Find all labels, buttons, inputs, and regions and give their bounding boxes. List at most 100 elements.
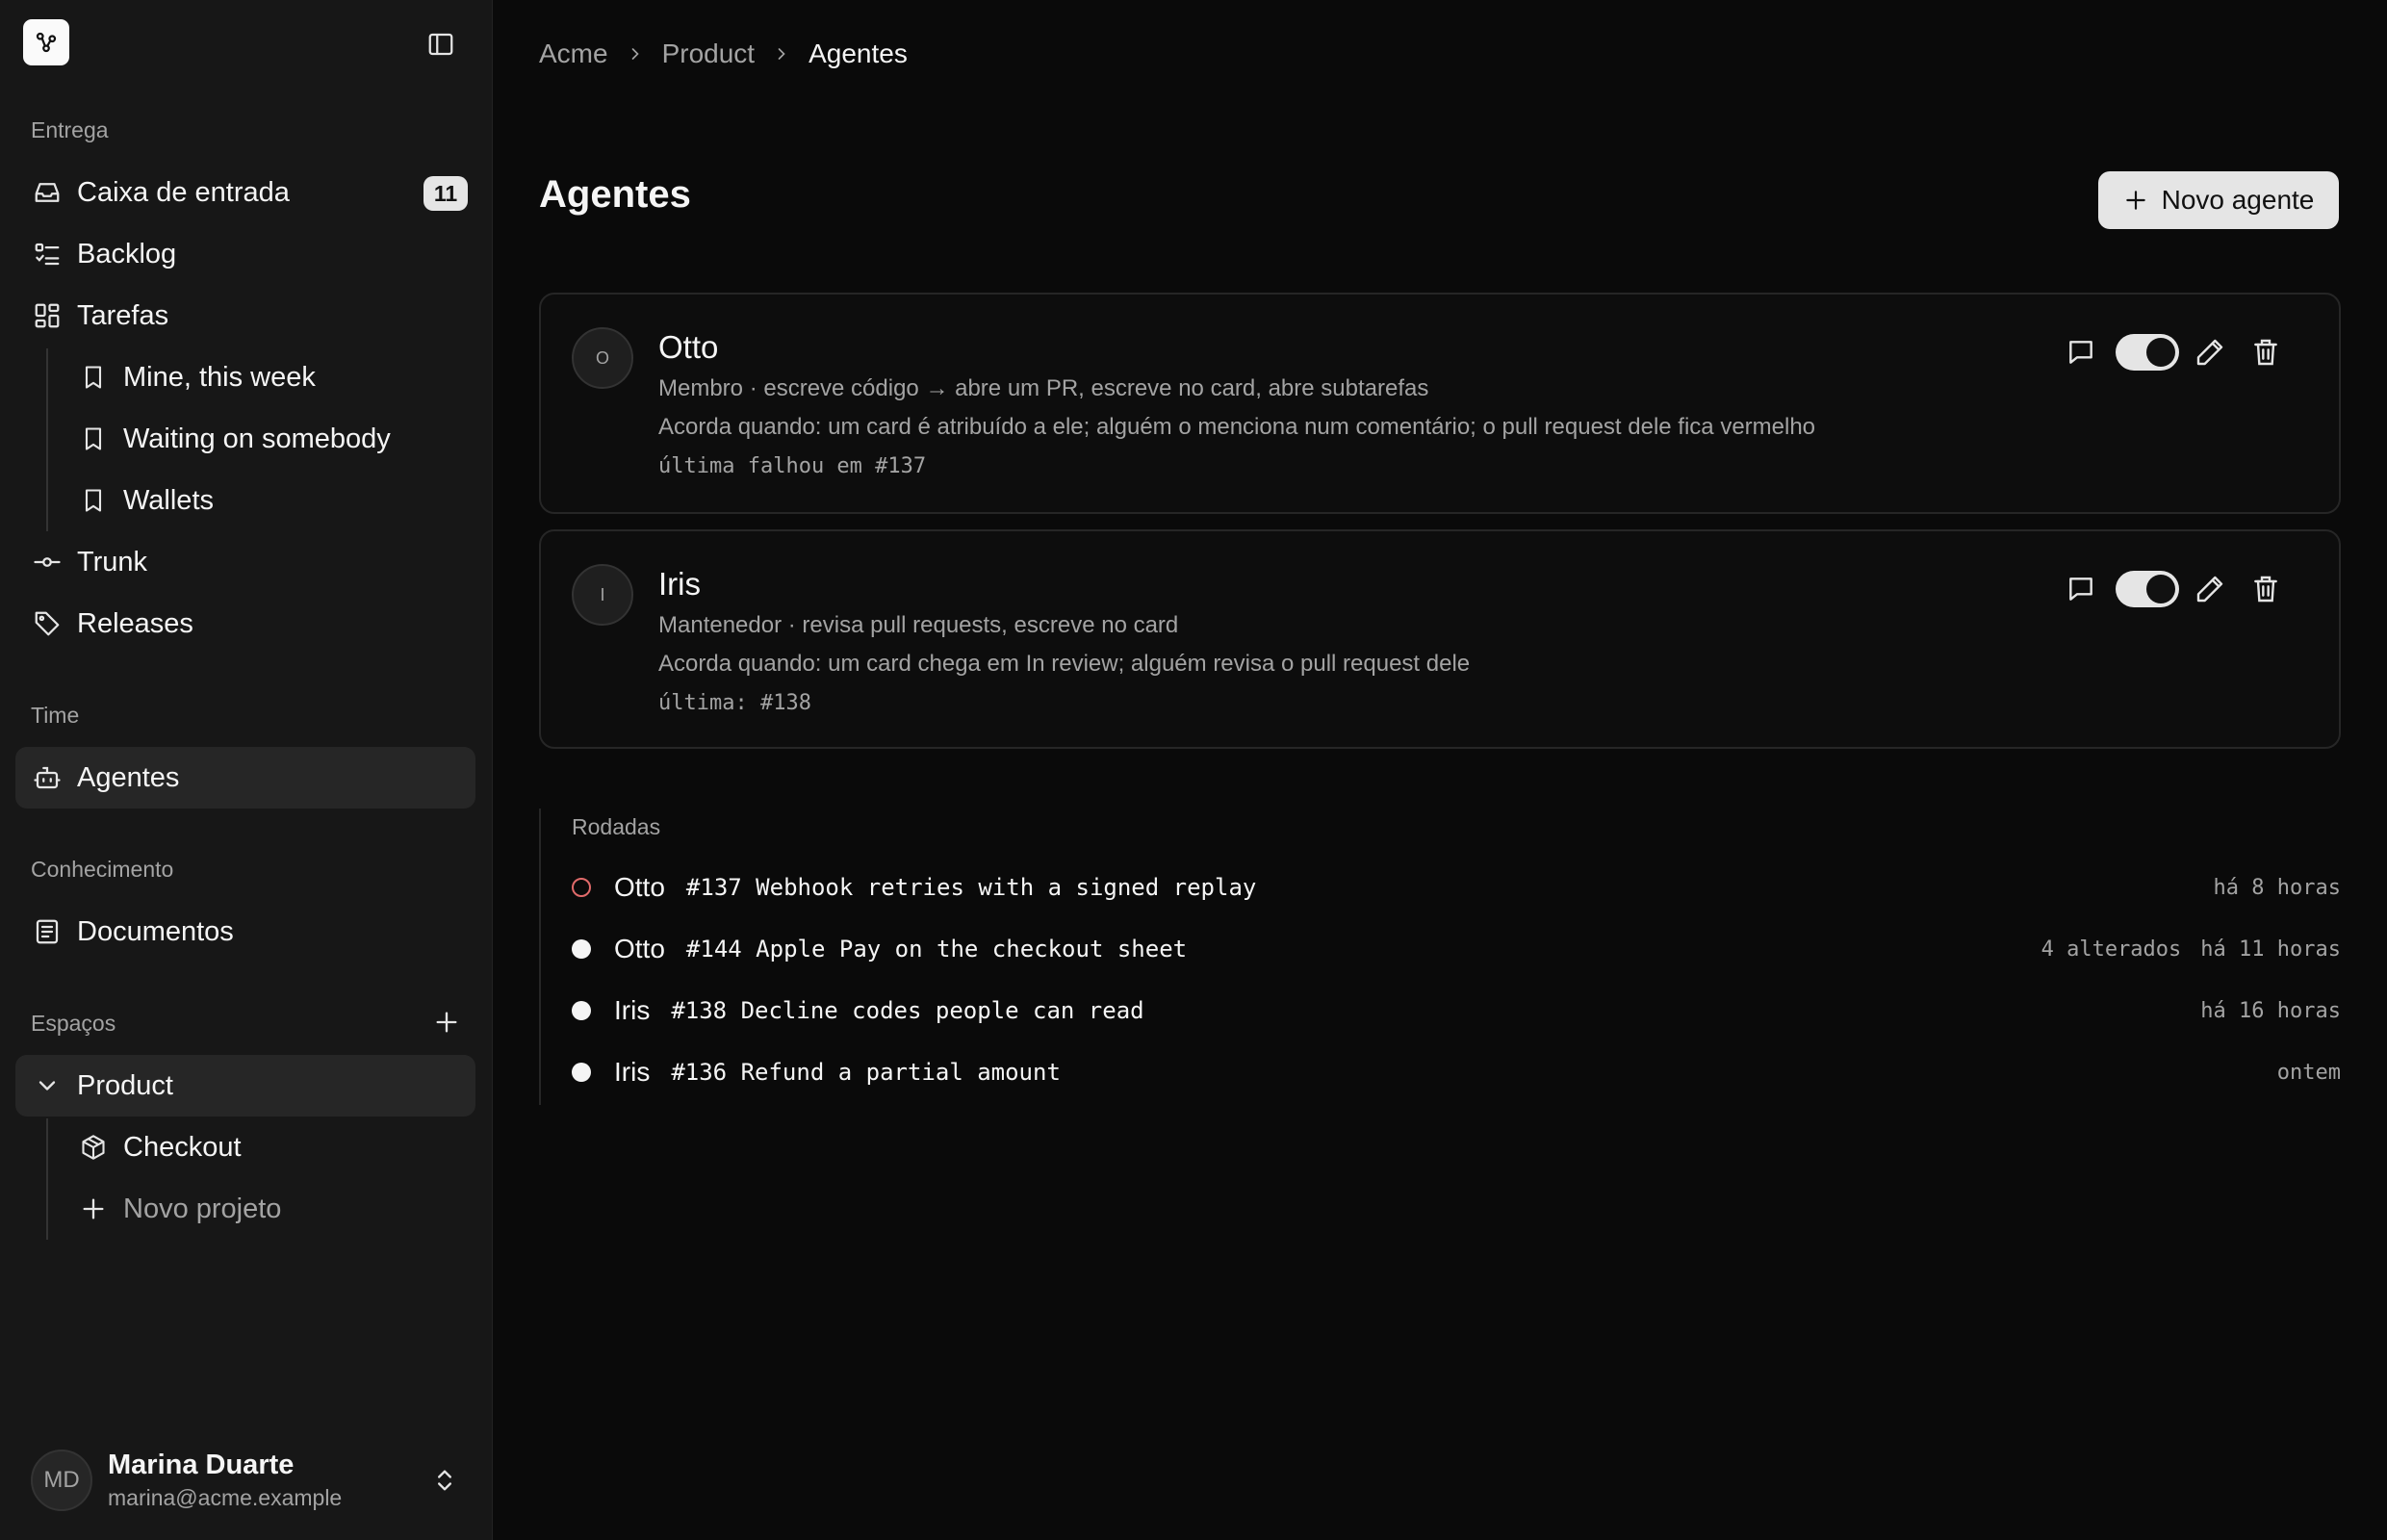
app-logo[interactable] [23,19,69,65]
run-status-done-dot [572,1063,591,1082]
agent-avatar: O [572,327,633,389]
run-row[interactable]: Otto #137 Webhook retries with a signed … [572,868,2341,907]
saved-view-label: Mine, this week [123,361,316,393]
sidebar-item-releases[interactable]: Releases [15,593,475,654]
run-row[interactable]: Otto #144 Apple Pay on the checkout shee… [572,930,2341,968]
breadcrumb: Acme Product Agentes [539,35,908,73]
user-name: Marina Duarte [108,1450,295,1480]
chevron-right-icon [626,44,645,64]
run-agent: Otto [614,872,665,902]
run-status-done-dot [572,1001,591,1020]
sidebar-item-label: Trunk [77,546,148,578]
page-title: Agentes [539,173,691,216]
list-checks-icon [31,238,64,270]
inbox-icon [31,176,64,209]
toggle-knob [2146,338,2175,367]
space-item-product[interactable]: Product [15,1055,475,1116]
book-icon [31,915,64,948]
chevrons-up-down-icon[interactable] [427,1463,462,1498]
run-status-done-dot [572,939,591,959]
run-row[interactable]: Iris #136 Refund a partial amount ontem [572,1053,2341,1091]
plus-icon [77,1193,110,1225]
bookmark-icon [77,361,110,394]
sidebar-item-label: Tarefas [77,299,169,331]
sidebar-item-inbox[interactable]: Caixa de entrada 11 [15,162,475,223]
agent-name: Otto [658,329,719,365]
message-square-icon[interactable] [2062,333,2100,372]
breadcrumb-product[interactable]: Product [662,38,756,69]
bot-icon [31,761,64,794]
trash-icon[interactable] [2246,570,2285,608]
agent-enabled-toggle[interactable] [2116,571,2179,607]
section-label-team: Time [31,703,80,728]
chevron-down-icon [31,1069,64,1102]
sidebar-toggle-icon[interactable] [424,27,458,62]
sidebar-item-documents[interactable]: Documentos [15,901,475,962]
run-agent: Iris [614,995,651,1025]
breadcrumb-current: Agentes [808,38,908,68]
run-time: há 8 horas [2213,876,2341,900]
agent-name: Iris [658,566,701,602]
toggle-knob [2146,575,2175,603]
avatar: MD [31,1450,92,1511]
section-label-delivery: Entrega [31,117,109,142]
user-menu[interactable]: MD Marina Duarte marina@acme.example [31,1442,462,1519]
run-time: há 11 horas [2200,937,2341,962]
run-row[interactable]: Iris #138 Decline codes people can read … [572,991,2341,1030]
agent-wake-triggers: Acorda quando: um card chega em In revie… [658,651,1471,677]
chevron-right-icon [772,44,791,64]
breadcrumb-acme[interactable]: Acme [539,38,608,69]
run-task: #138 Decline codes people can read [671,997,1144,1024]
new-agent-button[interactable]: Novo agente [2098,171,2339,229]
project-item-checkout[interactable]: Checkout [64,1116,475,1178]
project-label: Checkout [123,1131,242,1163]
run-agent: Otto [614,934,665,963]
agent-last-run: última falhou em #137 [658,454,927,478]
run-meta: há 16 horas [2200,999,2341,1023]
sidebar-item-label: Caixa de entrada [77,176,290,208]
saved-view-mine-this-week[interactable]: Mine, this week [64,346,475,408]
box-icon [77,1131,110,1164]
sidebar-item-tasks[interactable]: Tarefas [15,285,475,346]
agent-card-otto: O Otto Membro · escreve código → abre um… [539,293,2341,514]
new-agent-label: Novo agente [2161,185,2315,215]
agent-wake-triggers: Acorda quando: um card é atribuído a ele… [658,414,1816,440]
tree-line [46,348,48,531]
sidebar-item-trunk[interactable]: Trunk [15,531,475,593]
run-task: #144 Apple Pay on the checkout sheet [685,936,1188,962]
agent-role: Mantenedor · revisa pull requests, escre… [658,612,1179,638]
pencil-icon[interactable] [2191,333,2229,372]
run-time: ontem [2276,1061,2341,1085]
message-square-icon[interactable] [2062,570,2100,608]
pencil-icon[interactable] [2191,570,2229,608]
plus-icon [2123,188,2148,213]
agent-enabled-toggle[interactable] [2116,334,2179,371]
sidebar-item-label: Documentos [77,915,234,947]
runs-section: Rodadas Otto #137 Webhook retries with a… [539,808,2341,1105]
bookmark-icon [77,484,110,517]
saved-view-wallets[interactable]: Wallets [64,470,475,531]
run-task: #136 Refund a partial amount [671,1059,1061,1086]
run-status-failed-dot [572,878,591,897]
new-project-label: Novo projeto [123,1193,282,1224]
layout-grid-icon [31,299,64,332]
bookmark-icon [77,423,110,455]
sidebar-item-label: Backlog [77,238,177,270]
new-project-button[interactable]: Novo projeto [64,1178,475,1240]
run-meta: há 8 horas [2214,876,2341,900]
tree-line [46,1118,48,1240]
saved-view-waiting-on-somebody[interactable]: Waiting on somebody [64,408,475,470]
run-meta: ontem [2277,1061,2341,1085]
space-label: Product [77,1069,173,1101]
add-space-icon[interactable] [429,1005,464,1040]
trash-icon[interactable] [2246,333,2285,372]
saved-view-label: Wallets [123,484,214,516]
sidebar-item-backlog[interactable]: Backlog [15,223,475,285]
tag-icon [31,607,64,640]
sidebar-item-label: Releases [77,607,193,639]
sidebar: Entrega Caixa de entrada 11 Backlog Tare… [0,0,493,1540]
git-commit-icon [31,546,64,578]
agent-last-run: última: #138 [658,691,811,715]
section-label-spaces: Espaços [31,1011,116,1036]
sidebar-item-agents[interactable]: Agentes [15,747,475,808]
